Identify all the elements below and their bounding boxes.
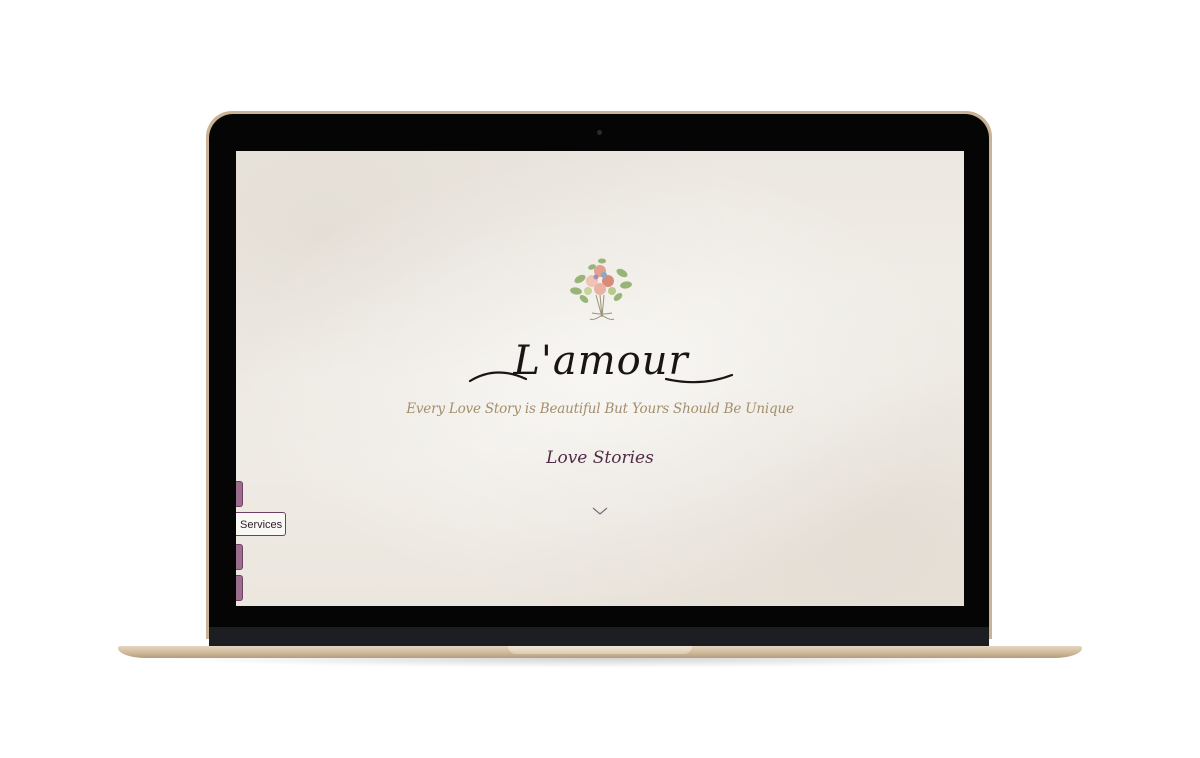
- website-screen: L'amour Every Love Story is Beautiful Bu…: [236, 151, 964, 606]
- site-logo[interactable]: L'amour: [466, 337, 736, 389]
- laptop-base-notch: [508, 646, 692, 654]
- chevron-down-icon[interactable]: [592, 506, 608, 516]
- tagline: Every Love Story is Beautiful But Yours …: [406, 401, 794, 417]
- laptop-chin: [209, 627, 989, 647]
- side-nav-tab-services[interactable]: Services: [236, 512, 286, 536]
- laptop-shadow: [150, 658, 1050, 668]
- logo-swash: [468, 371, 734, 384]
- side-nav-tab-3[interactable]: [236, 544, 243, 570]
- side-nav-tab-4[interactable]: [236, 575, 243, 601]
- camera-icon: [597, 130, 602, 135]
- side-nav-tab-1[interactable]: [236, 481, 243, 507]
- bouquet-illustration: [570, 258, 632, 320]
- love-stories-link[interactable]: Love Stories: [500, 448, 700, 468]
